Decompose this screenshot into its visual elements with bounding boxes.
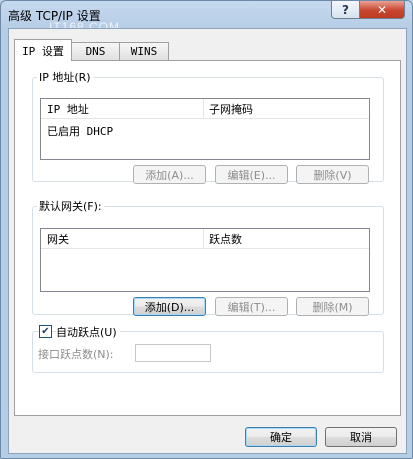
- interface-metric-label: 接口跃点数(N):: [38, 348, 114, 361]
- gateway-group: 默认网关(F): 网关 跃点数 添加(D)... 编辑(T)... 删除(M): [32, 198, 384, 316]
- list-item[interactable]: 已启用 DHCP: [47, 123, 113, 139]
- column-header-ip[interactable]: IP 地址: [47, 101, 89, 117]
- tab-wins[interactable]: WINS: [119, 42, 169, 60]
- title-bar[interactable]: 高级 TCP/IP 设置 IT168.COM ? ✕: [1, 1, 412, 34]
- list-header: 网关 跃点数: [41, 229, 369, 249]
- column-header-mask[interactable]: 子网掩码: [209, 101, 253, 117]
- interface-metric-field[interactable]: [135, 344, 211, 362]
- column-header-metric[interactable]: 跃点数: [209, 231, 242, 247]
- ok-button[interactable]: 确定: [245, 427, 317, 447]
- column-divider: [203, 229, 204, 248]
- close-icon: ✕: [376, 2, 388, 17]
- column-divider: [203, 99, 204, 118]
- edit-gateway-button[interactable]: 编辑(T)...: [215, 297, 288, 316]
- help-button[interactable]: ?: [331, 1, 360, 19]
- dialog-client: IP 设置 DNS WINS IP 地址(R) IP 地址 子网掩码 已启用 D…: [8, 28, 407, 454]
- checkmark-icon: ✔: [41, 326, 50, 337]
- dialog-window: 高级 TCP/IP 设置 IT168.COM ? ✕ IP 设置 DNS WIN…: [0, 0, 413, 459]
- help-icon: ?: [342, 2, 349, 17]
- add-gateway-button[interactable]: 添加(D)...: [133, 297, 206, 316]
- remove-ip-button[interactable]: 删除(V): [296, 165, 369, 184]
- ip-settings-panel: IP 地址(R) IP 地址 子网掩码 已启用 DHCP 添加(A)... 编辑…: [14, 60, 401, 416]
- close-button[interactable]: ✕: [359, 1, 405, 19]
- ip-address-legend: IP 地址(R): [39, 71, 91, 84]
- gateway-list[interactable]: 网关 跃点数: [40, 228, 370, 292]
- metric-group: ✔ 自动跃点(U) 接口跃点数(N):: [32, 324, 384, 373]
- cancel-button[interactable]: 取消: [325, 427, 397, 447]
- list-header: IP 地址 子网掩码: [41, 99, 369, 119]
- add-ip-button[interactable]: 添加(A)...: [133, 165, 206, 184]
- automatic-metric-label[interactable]: 自动跃点(U): [56, 324, 120, 340]
- tab-ip-settings[interactable]: IP 设置: [14, 39, 72, 61]
- gateway-legend: 默认网关(F):: [39, 200, 102, 213]
- tab-label: DNS: [85, 45, 106, 58]
- automatic-metric-checkbox[interactable]: ✔: [39, 325, 52, 338]
- edit-ip-button[interactable]: 编辑(E)...: [215, 165, 288, 184]
- ip-address-list[interactable]: IP 地址 子网掩码 已启用 DHCP: [40, 98, 370, 160]
- tab-label: WINS: [130, 45, 158, 58]
- remove-gateway-button[interactable]: 删除(M): [296, 297, 369, 316]
- tab-dns[interactable]: DNS: [71, 42, 120, 60]
- ip-address-group: IP 地址(R) IP 地址 子网掩码 已启用 DHCP 添加(A)... 编辑…: [32, 69, 384, 184]
- column-header-gateway[interactable]: 网关: [47, 231, 69, 247]
- tab-label: IP 设置: [22, 44, 64, 58]
